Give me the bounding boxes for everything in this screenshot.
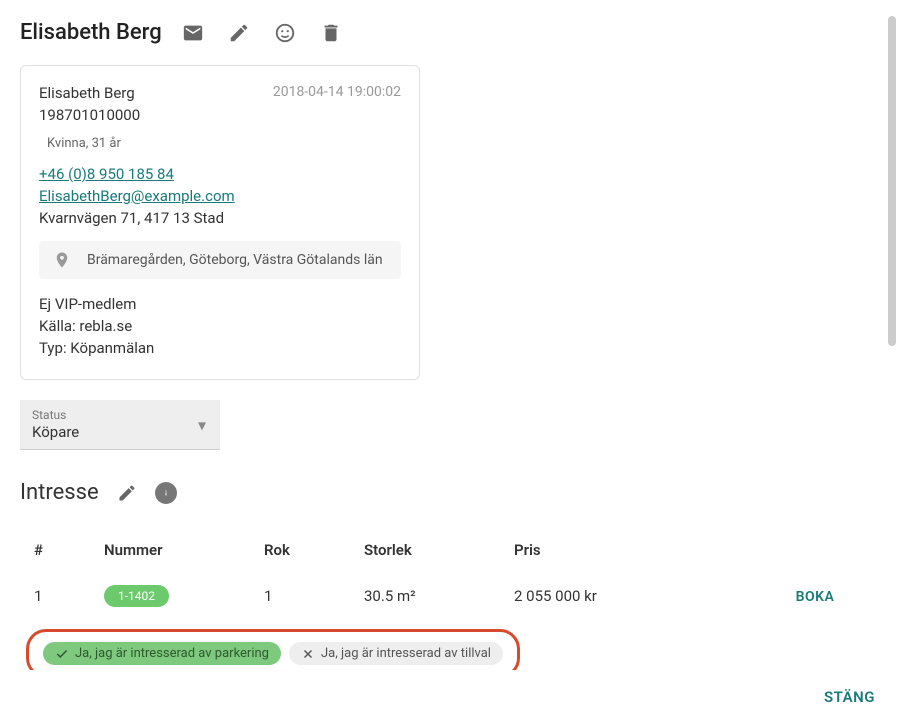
row-nummer: 1-1402: [104, 585, 264, 607]
contact-card: Elisabeth Berg 2018-04-14 19:00:02 19870…: [20, 65, 420, 380]
vip-status: Ej VIP-medlem: [39, 295, 401, 313]
chevron-down-icon: ▾: [198, 415, 206, 434]
contact-demographic: Kvinna, 31 år: [39, 132, 129, 155]
table-header-row: # Nummer Rok Storlek Pris: [20, 529, 879, 571]
contact-name: Elisabeth Berg: [39, 84, 135, 102]
status-value: Köpare: [32, 423, 79, 441]
location-text: Brämaregården, Göteborg, Västra Götaland…: [87, 252, 383, 268]
delete-icon[interactable]: [320, 22, 342, 44]
boka-button[interactable]: BOKA: [796, 589, 835, 605]
info-icon[interactable]: [155, 482, 177, 504]
row-rok: 1: [264, 587, 364, 605]
footer: STÄNG: [0, 673, 899, 720]
row-storlek: 30.5 m²: [364, 587, 514, 605]
page-title: Elisabeth Berg: [20, 20, 162, 45]
chip-parkering-label: Ja, jag är intresserad av parkering: [75, 646, 269, 661]
col-storlek-header: Storlek: [364, 541, 514, 559]
col-rok-header: Rok: [264, 541, 364, 559]
col-num-header: #: [34, 541, 104, 559]
location-box: Brämaregården, Göteborg, Västra Götaland…: [39, 241, 401, 279]
row-action: BOKA: [765, 587, 865, 605]
col-pris-header: Pris: [514, 541, 765, 559]
close-icon: [301, 647, 315, 661]
interest-title: Intresse: [20, 480, 99, 505]
close-button[interactable]: STÄNG: [824, 688, 875, 706]
status-select[interactable]: Status Köpare ▾: [20, 400, 220, 450]
interest-header: Intresse: [20, 480, 879, 505]
row-pris: 2 055 000 kr: [514, 587, 765, 605]
row-num: 1: [34, 587, 104, 605]
scrollbar-thumb[interactable]: [888, 16, 896, 346]
scrollbar[interactable]: [888, 16, 896, 676]
table-row: 1 1-1402 1 30.5 m² 2 055 000 kr BOKA: [20, 571, 879, 621]
chip-tillval-label: Ja, jag är intresserad av tillval: [321, 646, 491, 661]
interest-table: # Nummer Rok Storlek Pris 1 1-1402 1 30.…: [20, 529, 879, 621]
edit-icon[interactable]: [228, 22, 250, 44]
status-label: Status: [32, 408, 208, 422]
contact-timestamp: 2018-04-14 19:00:02: [273, 84, 401, 102]
person-icon[interactable]: [274, 22, 296, 44]
col-nummer-header: Nummer: [104, 541, 264, 559]
contact-email-link[interactable]: ElisabethBerg@example.com: [39, 187, 401, 205]
edit-interest-icon[interactable]: [117, 483, 137, 503]
source-info: Källa: rebla.se: [39, 317, 401, 335]
check-icon: [55, 647, 69, 661]
header-actions: [182, 22, 342, 44]
location-pin-icon: [53, 251, 71, 269]
chip-parkering[interactable]: Ja, jag är intresserad av parkering: [43, 642, 281, 665]
highlight-annotation: Ja, jag är intresserad av parkering Ja, …: [26, 629, 520, 670]
nummer-badge[interactable]: 1-1402: [104, 585, 169, 607]
col-action-header: [765, 541, 865, 559]
email-icon[interactable]: [182, 22, 204, 44]
contact-phone-link[interactable]: +46 (0)8 950 185 84: [39, 165, 401, 183]
type-info: Typ: Köpanmälan: [39, 339, 401, 357]
chip-tillval[interactable]: Ja, jag är intresserad av tillval: [289, 642, 503, 665]
contact-address: Kvarnvägen 71, 417 13 Stad: [39, 209, 401, 227]
page-header: Elisabeth Berg: [20, 20, 879, 45]
contact-personal-id: 198701010000: [39, 106, 401, 124]
